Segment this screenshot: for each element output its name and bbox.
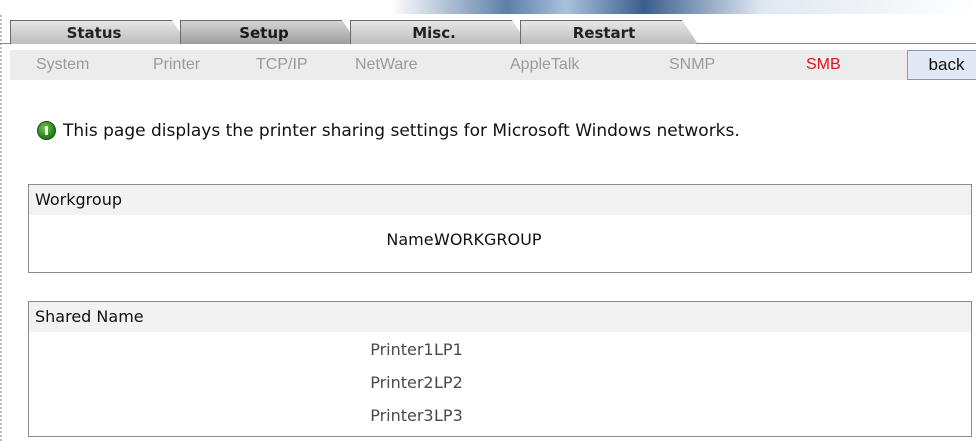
shared-name-panel: Shared Name Printer1: LP1 Printer2: LP2 … (28, 301, 972, 437)
sub-navigation: System Printer TCP/IP NetWare AppleTalk … (10, 50, 976, 80)
subnav-item-printer[interactable]: Printer (153, 56, 200, 74)
printer2-value: LP2 (434, 373, 463, 392)
back-button[interactable]: back (907, 50, 976, 80)
frame-border (0, 0, 6, 441)
tab-restart-label: Restart (572, 23, 636, 42)
tab-status-label: Status (66, 23, 122, 42)
tab-status[interactable]: Status (10, 20, 188, 44)
workgroup-panel: Workgroup Name: WORKGROUP (28, 184, 972, 273)
printer3-row: Printer3: LP3 (29, 403, 971, 429)
tab-restart[interactable]: Restart (520, 20, 698, 44)
workgroup-name-row: Name: WORKGROUP (29, 227, 971, 253)
printer1-row: Printer1: LP1 (29, 337, 971, 363)
subnav-item-system[interactable]: System (36, 56, 89, 74)
printer1-label: Printer1: (370, 340, 439, 359)
header-banner-strip (0, 0, 976, 14)
subnav-item-tcpip[interactable]: TCP/IP (256, 56, 308, 74)
workgroup-panel-title: Workgroup (29, 185, 971, 215)
tab-setup-label: Setup (239, 23, 289, 42)
page-description: This page displays the printer sharing s… (37, 118, 938, 144)
tab-misc[interactable]: Misc. (350, 20, 528, 44)
page-description-text: This page displays the printer sharing s… (63, 121, 740, 141)
printer3-value: LP3 (434, 406, 463, 425)
printer2-row: Printer2: LP2 (29, 370, 971, 396)
printer3-label: Printer3: (370, 406, 439, 425)
main-tab-bar: Status Setup Misc. Restart (0, 20, 976, 44)
subnav-item-snmp[interactable]: SNMP (669, 56, 715, 74)
printer2-label: Printer2: (370, 373, 439, 392)
workgroup-name-label: Name: (386, 230, 439, 249)
printer1-value: LP1 (434, 340, 463, 359)
info-icon (37, 121, 56, 140)
subnav-item-netware[interactable]: NetWare (355, 56, 418, 74)
subnav-item-appletalk[interactable]: AppleTalk (510, 56, 579, 74)
subnav-item-smb[interactable]: SMB (806, 56, 841, 74)
workgroup-name-value: WORKGROUP (434, 230, 542, 249)
shared-name-panel-title: Shared Name (29, 302, 971, 332)
tab-misc-label: Misc. (412, 23, 456, 42)
tab-setup[interactable]: Setup (180, 20, 358, 44)
